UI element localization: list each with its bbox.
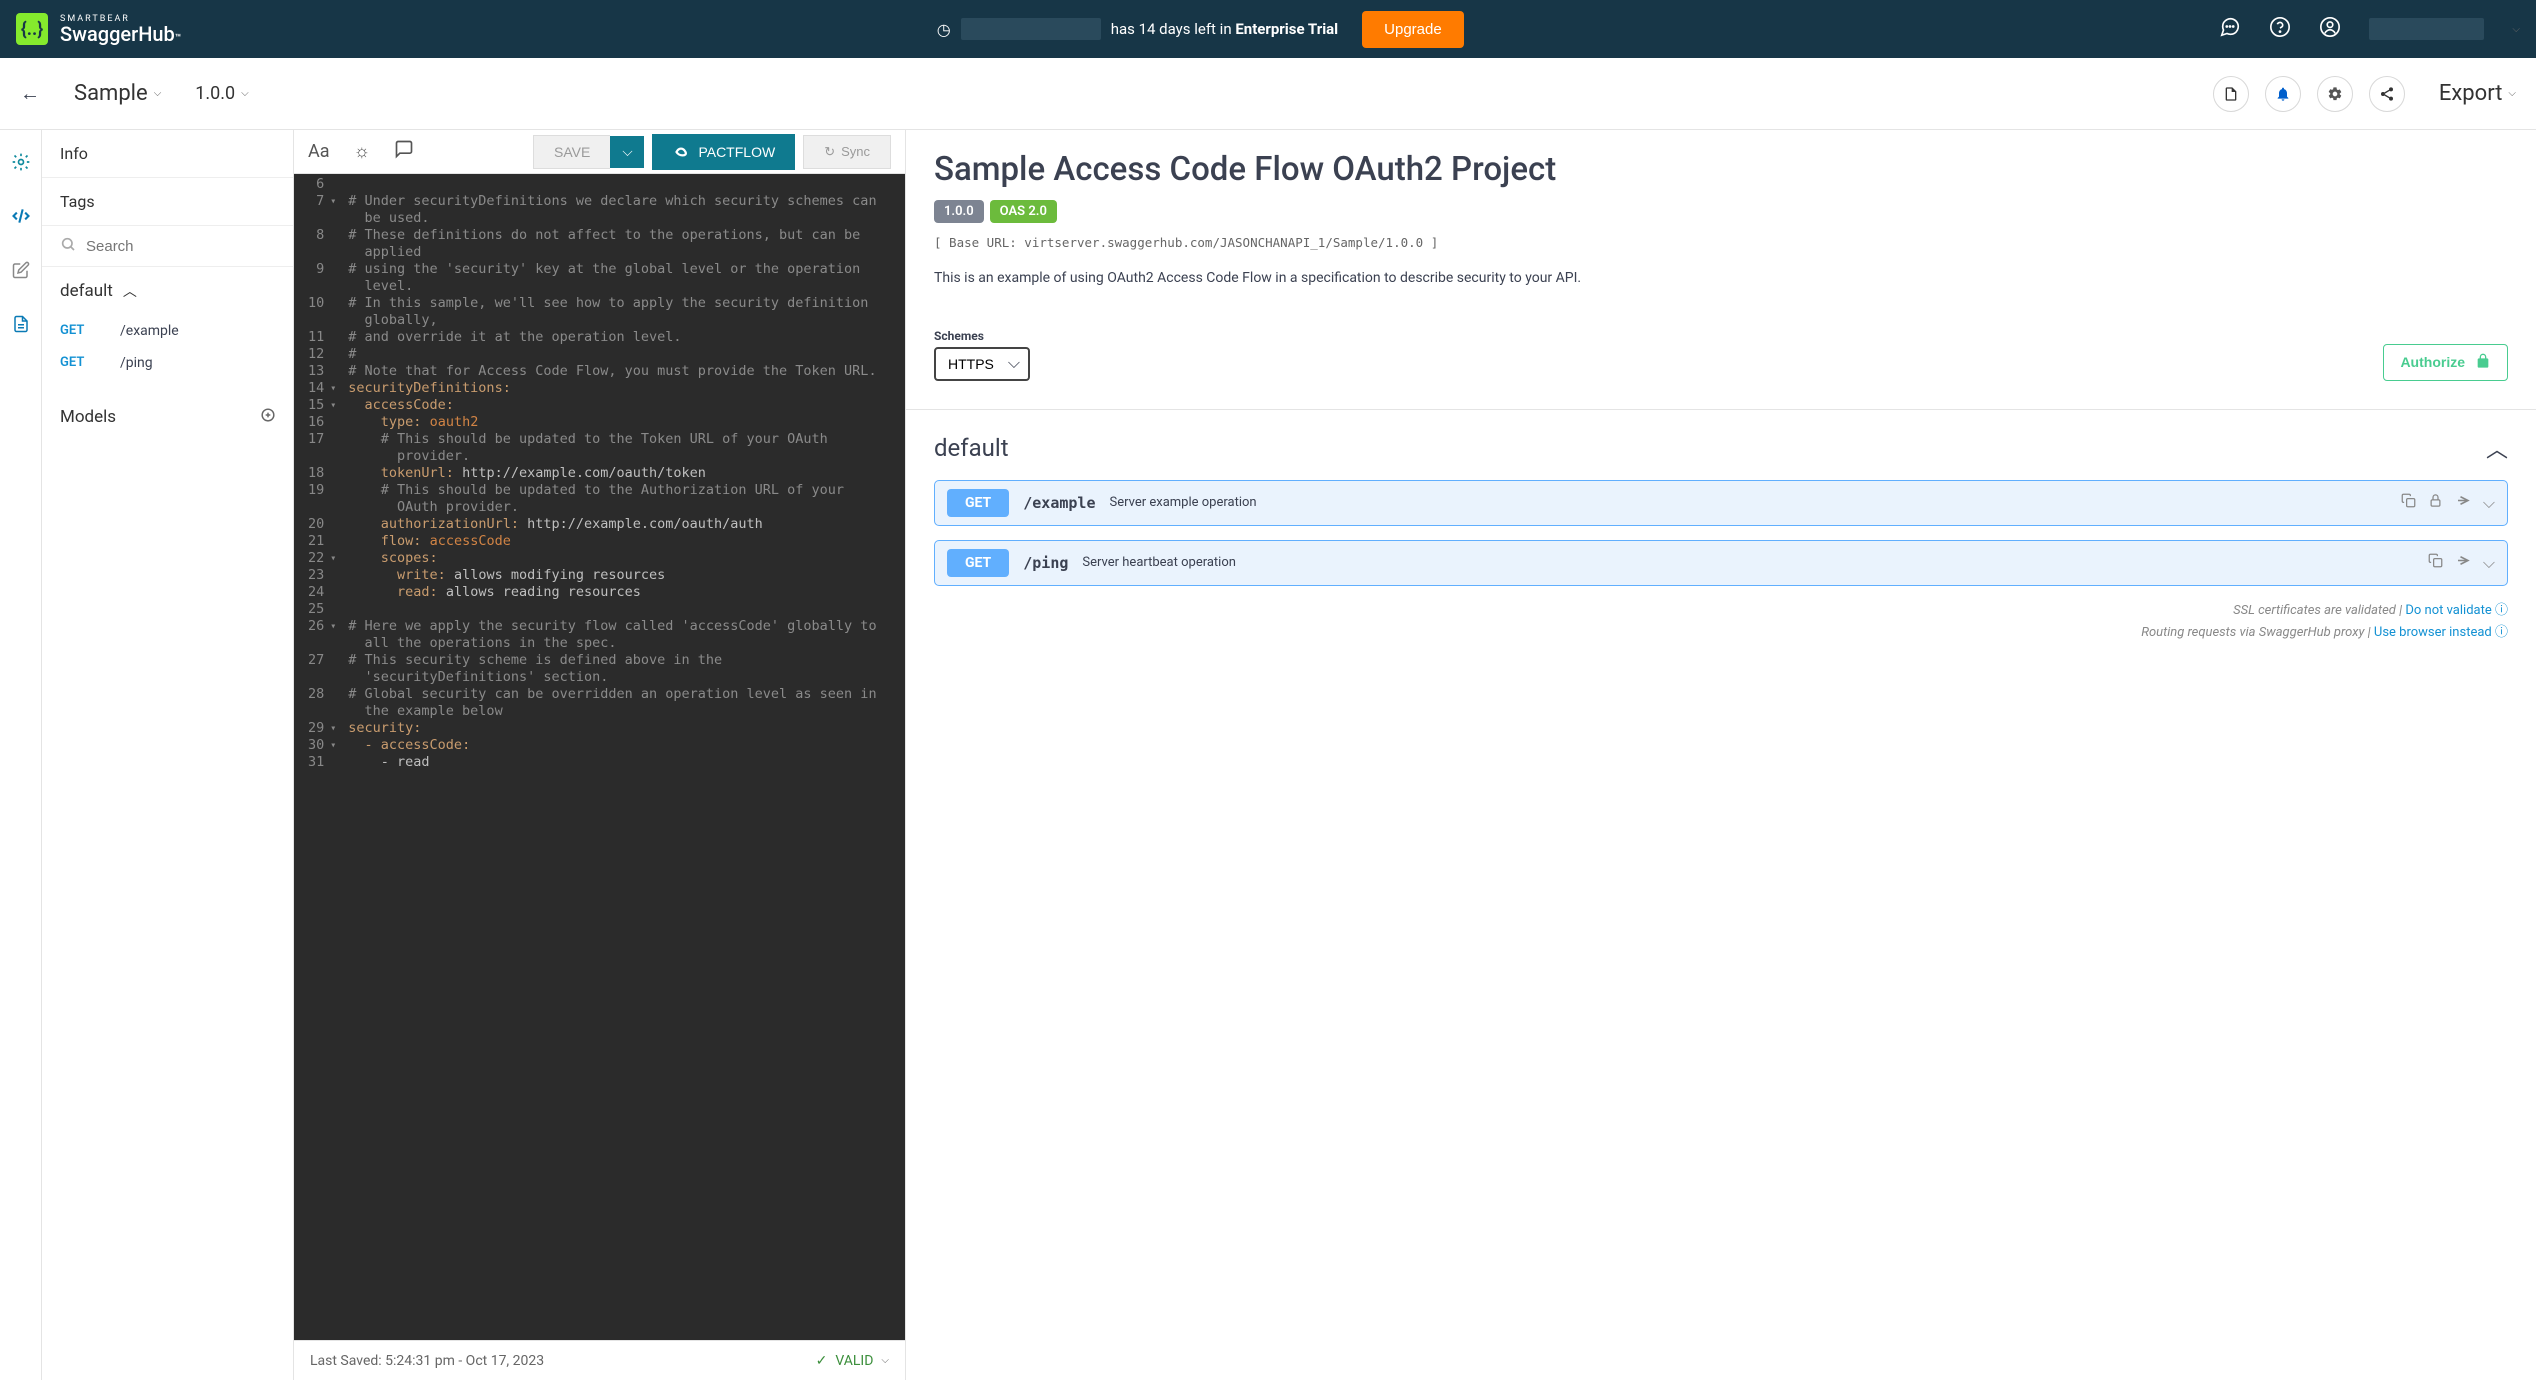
editor-toolbar: Aa ☼ SAVE ⌵ PACTFLOW ↻ Sync <box>294 130 905 174</box>
chevron-up-icon: ︿ <box>123 281 137 301</box>
theme-icon[interactable]: ☼ <box>354 141 371 162</box>
copy-icon[interactable] <box>2401 493 2416 513</box>
logo-brand-big: SwaggerHub™ <box>60 24 181 44</box>
nav-tags[interactable]: Tags <box>42 178 293 226</box>
editor-column: Aa ☼ SAVE ⌵ PACTFLOW ↻ Sync 67891 <box>294 130 906 1380</box>
method-label: GET <box>60 355 100 371</box>
path-label: /example <box>120 323 179 339</box>
operation[interactable]: GET /example Server example operation ⌵ <box>934 480 2508 526</box>
version-badge: 1.0.0 <box>934 200 984 223</box>
op-description: Server heartbeat operation <box>1082 555 2413 570</box>
export-dropdown[interactable]: Export⌵ <box>2439 81 2516 106</box>
version-dropdown[interactable]: 1.0.0⌵ <box>195 83 248 104</box>
nav-panel: Info Tags default ︿ GET/exampleGET/ping … <box>42 130 294 1380</box>
rail-doc-icon[interactable] <box>9 312 33 336</box>
link-icon[interactable] <box>2455 553 2471 573</box>
nav-endpoint[interactable]: GET/example <box>42 315 293 347</box>
user-dropdown-caret[interactable]: ⌵ <box>2512 24 2520 35</box>
method-label: GET <box>60 323 100 339</box>
lock-icon <box>2475 353 2491 372</box>
logo-icon: {..} <box>16 13 48 45</box>
code-editor[interactable]: 6789101112131415161718192021222324252627… <box>294 174 905 1340</box>
op-method: GET <box>947 549 1009 577</box>
settings-button[interactable] <box>2317 76 2353 112</box>
nav-endpoint[interactable]: GET/ping <box>42 347 293 379</box>
authorize-button[interactable]: Authorize <box>2383 344 2508 381</box>
top-header: {..} SMARTBEAR SwaggerHub™ ◷ has 14 days… <box>0 0 2536 58</box>
api-name-dropdown[interactable]: Sample⌵ <box>74 81 161 106</box>
oas-badge: OAS 2.0 <box>990 200 1057 223</box>
chat-icon[interactable] <box>2219 16 2241 43</box>
nav-models[interactable]: Models <box>42 389 293 445</box>
back-button[interactable]: ← <box>20 81 40 106</box>
document-button[interactable] <box>2213 76 2249 112</box>
copy-icon[interactable] <box>2428 553 2443 573</box>
rail-edit-icon[interactable] <box>9 258 33 282</box>
nav-info[interactable]: Info <box>42 130 293 178</box>
pactflow-button[interactable]: PACTFLOW <box>652 134 795 170</box>
op-method: GET <box>947 489 1009 517</box>
op-description: Server example operation <box>1109 495 2386 510</box>
chev-icon[interactable]: ⌵ <box>2483 493 2495 513</box>
op-path: /example <box>1023 494 1095 512</box>
chevron-up-icon: ︿ <box>2486 432 2508 464</box>
lock-icon[interactable] <box>2428 493 2443 513</box>
tag-default[interactable]: default ︿ <box>934 432 2508 464</box>
username-redacted <box>2369 18 2484 40</box>
refresh-icon: ↻ <box>824 144 835 160</box>
use-browser-link[interactable]: Use browser instead ⓘ <box>2374 625 2508 640</box>
editor-status-bar: Last Saved: 5:24:31 pm - Oct 17, 2023 ✓ … <box>294 1340 905 1380</box>
header-actions: ⌵ <box>2219 16 2520 43</box>
plus-icon[interactable] <box>261 407 275 427</box>
upgrade-button[interactable]: Upgrade <box>1362 11 1464 48</box>
help-icon[interactable] <box>2269 16 2291 43</box>
font-size-icon[interactable]: Aa <box>308 141 330 162</box>
last-saved: Last Saved: 5:24:31 pm - Oct 17, 2023 <box>310 1353 544 1369</box>
user-icon[interactable] <box>2319 16 2341 43</box>
path-label: /ping <box>120 355 153 371</box>
share-button[interactable] <box>2369 76 2405 112</box>
nav-group-default[interactable]: default ︿ <box>42 267 293 315</box>
org-name-redacted <box>961 18 1101 40</box>
api-description: This is an example of using OAuth2 Acces… <box>934 268 2508 289</box>
rail-code-icon[interactable] <box>9 204 33 228</box>
proxy-notes: SSL certificates are validated | Do not … <box>934 600 2508 644</box>
sub-header: ← Sample⌵ 1.0.0⌵ Export⌵ <box>0 58 2536 130</box>
op-path: /ping <box>1023 554 1068 572</box>
save-button[interactable]: SAVE <box>533 135 610 169</box>
comments-icon[interactable] <box>394 139 414 164</box>
base-url: [ Base URL: virtserver.swaggerhub.com/JA… <box>934 235 2508 250</box>
sync-button[interactable]: ↻ Sync <box>803 135 891 169</box>
search-input[interactable] <box>86 238 285 255</box>
trial-message: ◷ has 14 days left in Enterprise Trial U… <box>937 11 1464 48</box>
do-not-validate-link[interactable]: Do not validate ⓘ <box>2405 603 2508 618</box>
clock-icon: ◷ <box>937 20 951 39</box>
docs-panel: Sample Access Code Flow OAuth2 Project 1… <box>906 130 2536 1380</box>
left-rail <box>0 130 42 1380</box>
notifications-button[interactable] <box>2265 76 2301 112</box>
schemes-label: Schemes <box>934 329 1030 343</box>
validation-status[interactable]: ✓ VALID ⌵ <box>816 1353 889 1369</box>
schemes-select[interactable]: HTTPS <box>934 347 1030 381</box>
logo[interactable]: {..} SMARTBEAR SwaggerHub™ <box>16 13 181 45</box>
save-dropdown[interactable]: ⌵ <box>610 136 644 168</box>
chev-icon[interactable]: ⌵ <box>2483 553 2495 573</box>
rail-design-icon[interactable] <box>9 150 33 174</box>
operation[interactable]: GET /ping Server heartbeat operation ⌵ <box>934 540 2508 586</box>
link-icon[interactable] <box>2455 493 2471 513</box>
nav-search[interactable] <box>42 226 293 267</box>
api-title: Sample Access Code Flow OAuth2 Project <box>934 150 2508 190</box>
search-icon <box>60 236 76 256</box>
